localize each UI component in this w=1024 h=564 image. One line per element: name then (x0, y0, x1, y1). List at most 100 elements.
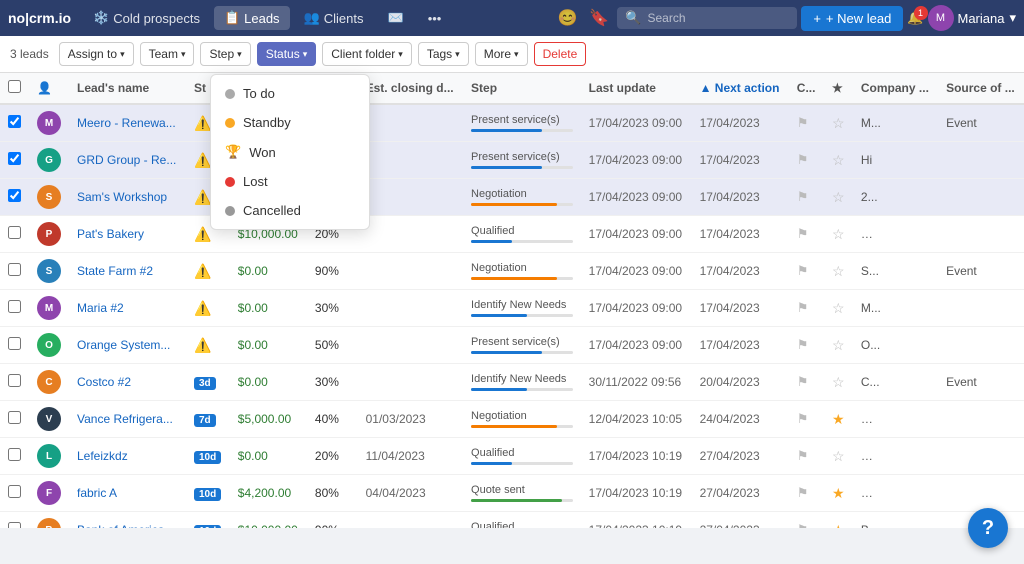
lead-name[interactable]: Costco #2 (77, 375, 131, 389)
row-name-cell[interactable]: Pat's Bakery (69, 216, 186, 253)
user-menu[interactable]: Mariana ▾ (958, 10, 1017, 26)
client-folder-button[interactable]: Client folder ▾ (322, 42, 412, 66)
status-won-item[interactable]: 🏆 Won (211, 137, 369, 167)
row-checkbox-cell[interactable] (0, 512, 29, 529)
assign-to-button[interactable]: Assign to ▾ (59, 42, 134, 66)
lead-name[interactable]: Vance Refrigera... (77, 412, 173, 426)
lead-name[interactable]: Maria #2 (77, 301, 124, 315)
row-star-cell[interactable]: ★ (824, 475, 853, 512)
lead-name[interactable]: GRD Group - Re... (77, 153, 176, 167)
star-icon[interactable]: ☆ (832, 189, 845, 205)
lead-name[interactable]: State Farm #2 (77, 264, 153, 278)
row-name-cell[interactable]: Maria #2 (69, 290, 186, 327)
row-checkbox-cell[interactable] (0, 179, 29, 216)
row-checkbox-cell[interactable] (0, 438, 29, 475)
notification-button[interactable]: 🔔 1 (907, 10, 923, 26)
row-name-cell[interactable]: Costco #2 (69, 364, 186, 401)
nav-leads[interactable]: 📋 Leads (214, 6, 290, 30)
lead-name[interactable]: Meero - Renewa... (77, 116, 176, 130)
new-lead-button[interactable]: + + New lead (801, 6, 903, 31)
row-checkbox-cell[interactable] (0, 142, 29, 179)
star-icon[interactable]: ☆ (832, 374, 845, 390)
select-all-checkbox[interactable] (8, 80, 21, 93)
col-star[interactable]: ★ (824, 73, 853, 104)
row-checkbox[interactable] (8, 263, 21, 276)
col-step[interactable]: Step (463, 73, 581, 104)
emoji-icon[interactable]: 😊 (553, 4, 581, 32)
row-name-cell[interactable]: fabric A (69, 475, 186, 512)
status-cancelled-item[interactable]: Cancelled (211, 196, 369, 225)
row-star-cell[interactable]: ☆ (824, 327, 853, 364)
lead-name[interactable]: Orange System... (77, 338, 170, 352)
lead-name[interactable]: Bank of America (77, 523, 164, 528)
more-button[interactable]: More ▾ (475, 42, 528, 66)
col-next-action[interactable]: ▲ Next action (692, 73, 789, 104)
search-box[interactable]: 🔍 (617, 7, 797, 29)
row-checkbox-cell[interactable] (0, 216, 29, 253)
row-star-cell[interactable]: ☆ (824, 290, 853, 327)
team-button[interactable]: Team ▾ (140, 42, 195, 66)
help-button[interactable]: ? (968, 508, 1008, 548)
row-checkbox[interactable] (8, 448, 21, 461)
row-checkbox[interactable] (8, 522, 21, 528)
tags-button[interactable]: Tags ▾ (418, 42, 469, 66)
col-closing[interactable]: Est. closing d... (358, 73, 463, 104)
row-checkbox[interactable] (8, 226, 21, 239)
row-star-cell[interactable]: ☆ (824, 179, 853, 216)
status-standby-item[interactable]: Standby (211, 108, 369, 137)
row-name-cell[interactable]: GRD Group - Re... (69, 142, 186, 179)
star-icon[interactable]: ☆ (832, 448, 845, 464)
lead-name[interactable]: Lefeizkdz (77, 449, 128, 463)
nav-more[interactable]: ••• (418, 7, 452, 30)
star-icon[interactable]: ☆ (832, 226, 845, 242)
status-lost-item[interactable]: Lost (211, 167, 369, 196)
row-name-cell[interactable]: Orange System... (69, 327, 186, 364)
row-checkbox-cell[interactable] (0, 364, 29, 401)
row-checkbox[interactable] (8, 374, 21, 387)
col-source[interactable]: Source of ... (938, 73, 1024, 104)
row-name-cell[interactable]: Vance Refrigera... (69, 401, 186, 438)
bookmark-icon[interactable]: 🔖 (585, 4, 613, 32)
status-button[interactable]: Status ▾ (257, 42, 317, 66)
row-checkbox-cell[interactable] (0, 475, 29, 512)
search-input[interactable] (648, 11, 790, 25)
row-star-cell[interactable]: ☆ (824, 364, 853, 401)
row-name-cell[interactable]: State Farm #2 (69, 253, 186, 290)
select-all-header[interactable] (0, 73, 29, 104)
row-checkbox-cell[interactable] (0, 290, 29, 327)
star-icon[interactable]: ★ (832, 522, 845, 529)
star-icon[interactable]: ☆ (832, 115, 845, 131)
star-icon[interactable]: ☆ (832, 337, 845, 353)
col-name[interactable]: Lead's name (69, 73, 186, 104)
star-icon[interactable]: ☆ (832, 152, 845, 168)
row-checkbox[interactable] (8, 337, 21, 350)
nav-cold-prospects[interactable]: ❄️ Cold prospects (83, 6, 210, 30)
row-star-cell[interactable]: ☆ (824, 142, 853, 179)
row-checkbox-cell[interactable] (0, 253, 29, 290)
nav-clients[interactable]: 👥 Clients (294, 6, 374, 30)
row-checkbox[interactable] (8, 115, 21, 128)
step-button[interactable]: Step ▾ (200, 42, 250, 66)
row-checkbox[interactable] (8, 411, 21, 424)
star-icon[interactable]: ☆ (832, 300, 845, 316)
delete-button[interactable]: Delete (534, 42, 587, 66)
row-star-cell[interactable]: ☆ (824, 216, 853, 253)
row-checkbox[interactable] (8, 189, 21, 202)
lead-name[interactable]: Pat's Bakery (77, 227, 144, 241)
row-name-cell[interactable]: Bank of America (69, 512, 186, 529)
row-checkbox[interactable] (8, 485, 21, 498)
star-icon[interactable]: ★ (832, 485, 845, 501)
lead-name[interactable]: Sam's Workshop (77, 190, 167, 204)
row-star-cell[interactable]: ☆ (824, 104, 853, 142)
col-company[interactable]: C... (789, 73, 824, 104)
status-todo-item[interactable]: To do (211, 79, 369, 108)
lead-name[interactable]: fabric A (77, 486, 117, 500)
row-checkbox-cell[interactable] (0, 327, 29, 364)
row-checkbox[interactable] (8, 152, 21, 165)
col-last-update[interactable]: Last update (581, 73, 692, 104)
row-star-cell[interactable]: ☆ (824, 253, 853, 290)
nav-mail[interactable]: ✉️ (378, 6, 414, 30)
row-name-cell[interactable]: Meero - Renewa... (69, 104, 186, 142)
row-checkbox-cell[interactable] (0, 401, 29, 438)
star-icon[interactable]: ★ (832, 411, 845, 427)
